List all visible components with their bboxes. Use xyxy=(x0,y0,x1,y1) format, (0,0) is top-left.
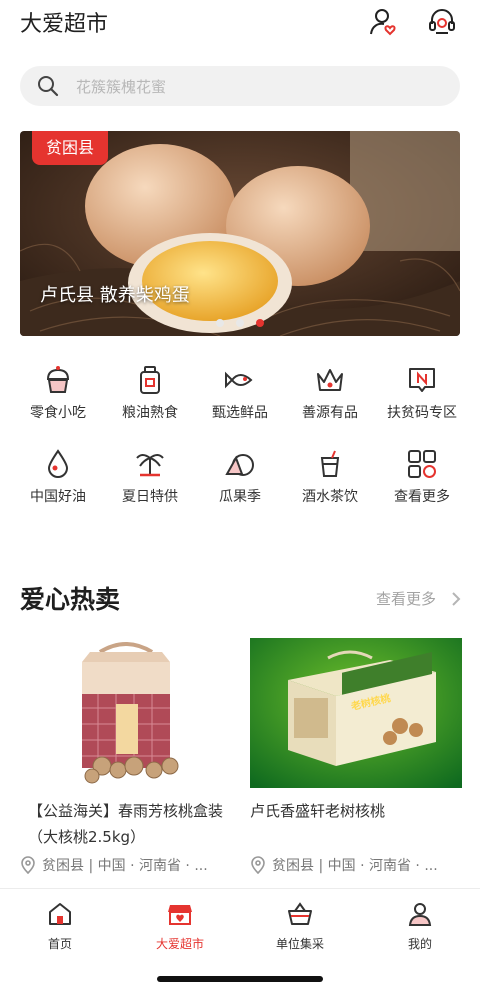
oil-bottle-icon xyxy=(140,366,160,394)
category-label: 扶贫码专区 xyxy=(387,405,457,421)
category-shanyuan[interactable]: 善源有品 xyxy=(286,364,374,430)
category-fresh[interactable]: 甄选鲜品 xyxy=(196,364,284,430)
crown-icon xyxy=(317,369,343,391)
category-fruit[interactable]: 瓜果季 xyxy=(196,448,284,514)
tab-store[interactable]: 大爱超市 xyxy=(120,901,240,953)
carousel-dot[interactable] xyxy=(216,319,224,327)
search-icon xyxy=(38,76,59,97)
category-snacks[interactable]: 零食小吃 xyxy=(14,364,102,430)
cupcake-icon xyxy=(46,366,70,393)
drink-cup-icon xyxy=(320,450,340,477)
tab-label: 我的 xyxy=(407,937,432,951)
product-image-walnut-box xyxy=(20,638,232,788)
tab-profile[interactable]: 我的 xyxy=(360,901,480,953)
chevron-right-icon[interactable] xyxy=(451,591,461,607)
category-label: 夏日特供 xyxy=(122,489,178,505)
category-label: 中国好油 xyxy=(30,489,86,505)
oil-drop-icon xyxy=(47,449,69,478)
product-title[interactable]: 【公益海关】春雨芳核桃盒装（大核桃2.5kg） xyxy=(28,798,246,850)
product-image-walnut-gift-box: 老树核桃 xyxy=(250,638,462,788)
category-label: 甄选鲜品 xyxy=(212,405,268,421)
category-label: 酒水茶饮 xyxy=(302,489,358,505)
home-icon xyxy=(49,903,71,925)
banner-tag: 贫困县 xyxy=(32,131,109,165)
category-label: 查看更多 xyxy=(394,489,450,505)
category-grain-oil[interactable]: 粮油熟食 xyxy=(106,364,194,430)
tab-label: 首页 xyxy=(47,937,72,951)
location-pin-icon xyxy=(21,856,35,874)
headset-icon[interactable] xyxy=(426,6,458,38)
tab-home[interactable]: 首页 xyxy=(0,901,120,953)
profile-icon xyxy=(408,903,432,926)
category-label: 善源有品 xyxy=(302,405,358,421)
tab-bulk-purchase[interactable]: 单位集采 xyxy=(240,901,360,953)
grid-more-icon xyxy=(408,450,436,478)
category-drinks[interactable]: 酒水茶饮 xyxy=(286,448,374,514)
category-poverty-code[interactable]: 扶贫码专区 xyxy=(378,364,466,430)
category-label: 零食小吃 xyxy=(30,405,86,421)
category-label: 粮油熟食 xyxy=(122,405,178,421)
carousel-dot[interactable] xyxy=(236,319,244,327)
user-heart-icon[interactable] xyxy=(368,6,400,38)
see-more-link[interactable]: 查看更多 xyxy=(376,588,436,609)
product-title[interactable]: 卢氏香盛轩老树核桃 xyxy=(250,798,468,824)
location-pin-icon xyxy=(251,856,265,874)
store-icon xyxy=(168,905,192,925)
carousel-dot-active[interactable] xyxy=(256,319,264,327)
fruit-icon xyxy=(225,454,254,476)
category-summer[interactable]: 夏日特供 xyxy=(106,448,194,514)
palm-tree-icon xyxy=(136,454,164,477)
banner-caption: 卢氏县 散养柴鸡蛋 xyxy=(40,285,190,306)
header: 大爱超市 xyxy=(0,0,480,52)
home-indicator xyxy=(157,976,323,982)
product-location: 贫困县 | 中国 · 河南省 · ... xyxy=(42,858,208,874)
section-title: 爱心热卖 xyxy=(20,585,121,614)
search-placeholder: 花簇簇槐花蜜 xyxy=(76,78,167,96)
basket-icon xyxy=(288,902,312,925)
fish-icon xyxy=(225,371,253,389)
promo-banner[interactable]: 贫困县 卢氏县 散养柴鸡蛋 xyxy=(20,131,460,336)
category-more[interactable]: 查看更多 xyxy=(378,448,466,514)
search-bar[interactable]: 花簇簇槐花蜜 xyxy=(20,66,460,106)
carousel-dots[interactable] xyxy=(216,319,276,329)
category-oil[interactable]: 中国好油 xyxy=(14,448,102,514)
category-label: 瓜果季 xyxy=(219,489,261,505)
app-title: 大爱超市 xyxy=(20,12,109,37)
chat-n-icon xyxy=(409,368,435,392)
tab-label: 大爱超市 xyxy=(155,937,204,951)
tab-label: 单位集采 xyxy=(275,937,324,951)
product-location: 贫困县 | 中国 · 河南省 · ... xyxy=(272,858,438,874)
